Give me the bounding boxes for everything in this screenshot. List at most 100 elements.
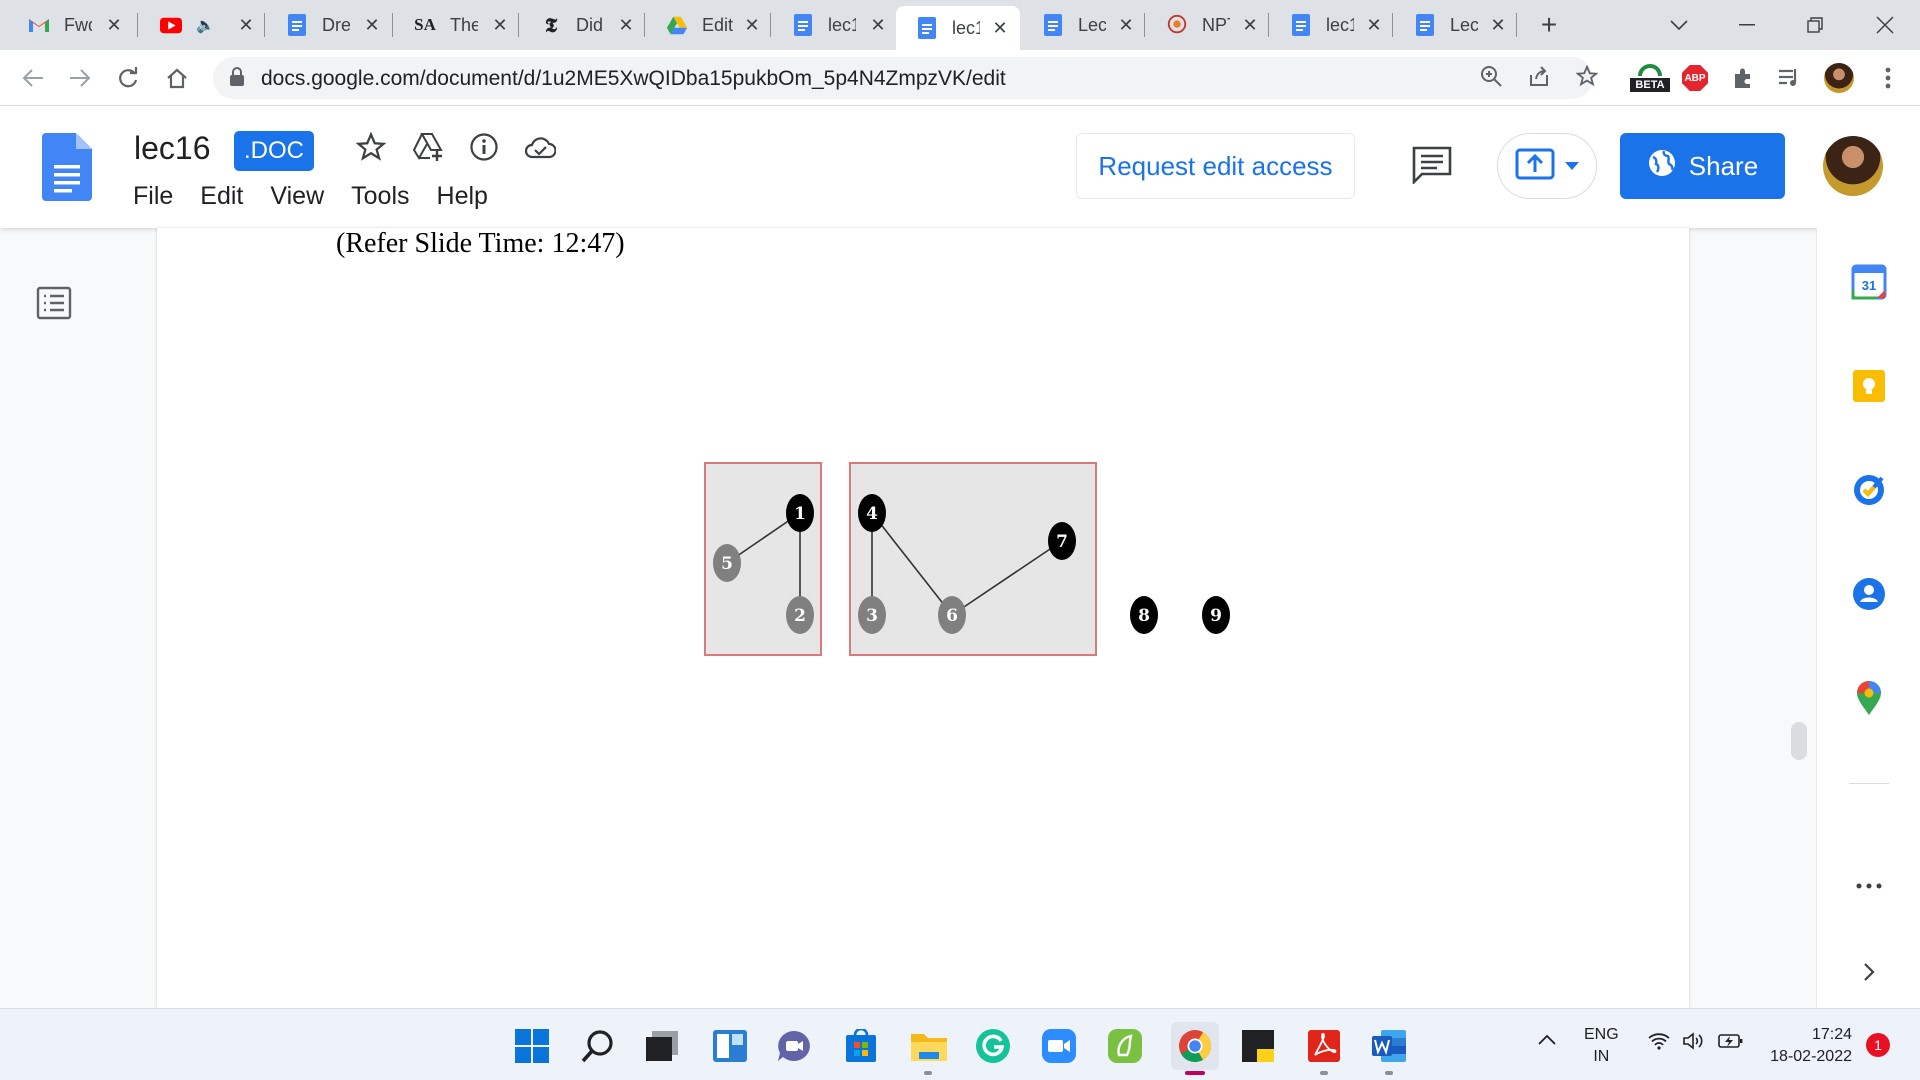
evernote-icon[interactable] (1106, 1027, 1144, 1065)
cloud-saved-icon[interactable] (523, 130, 557, 164)
menu-help[interactable]: Help (437, 182, 488, 211)
system-tray[interactable] (1648, 1032, 1744, 1055)
adblock-icon[interactable]: ABP (1679, 62, 1711, 94)
request-edit-access-button[interactable]: Request edit access (1076, 133, 1355, 199)
menu-tools[interactable]: Tools (351, 182, 409, 211)
close-icon[interactable]: ✕ (490, 15, 510, 36)
tab-nptel[interactable]: NPT ✕ (1146, 8, 1270, 42)
notification-count-badge[interactable]: 1 (1866, 1033, 1890, 1057)
tab-docs-lec1-active[interactable]: lec1 ✕ (896, 6, 1020, 50)
tab-nyt[interactable]: 𝕿 Did ✕ (520, 8, 646, 42)
contacts-icon[interactable] (1851, 576, 1887, 612)
input-language-indicator[interactable]: ENG IN (1584, 1024, 1619, 1068)
volume-icon[interactable] (1682, 1032, 1706, 1055)
widgets-icon[interactable] (711, 1027, 749, 1065)
speaker-muted-icon[interactable]: 🔈 (196, 16, 215, 34)
star-icon[interactable] (354, 130, 388, 164)
browser-menu-icon[interactable] (1872, 62, 1904, 94)
new-tab-button[interactable]: + (1526, 8, 1572, 42)
file-explorer-icon[interactable] (910, 1027, 948, 1065)
lock-icon[interactable] (229, 67, 245, 92)
close-icon[interactable]: ✕ (362, 15, 382, 36)
more-apps-icon[interactable] (1851, 868, 1887, 904)
tab-docs-lec1-a[interactable]: lec1 ✕ (772, 8, 898, 42)
wifi-icon[interactable] (1648, 1032, 1670, 1055)
tab-gmail[interactable]: Fwd ✕ (8, 8, 134, 42)
docs-logo-icon[interactable] (42, 133, 92, 206)
tab-search-chevron-icon[interactable] (1656, 8, 1702, 42)
close-icon[interactable]: ✕ (742, 15, 762, 36)
close-icon[interactable]: ✕ (104, 15, 124, 36)
minimize-button[interactable] (1724, 8, 1770, 42)
tab-drive[interactable]: Edit ✕ (646, 8, 772, 42)
clock[interactable]: 17:24 18-02-2022 (1764, 1024, 1852, 1068)
document-outline-icon[interactable] (36, 286, 72, 325)
tab-docs-dre[interactable]: Dre ✕ (266, 8, 392, 42)
tasks-icon[interactable] (1851, 472, 1887, 508)
chrome-icon[interactable] (1171, 1022, 1219, 1070)
close-icon[interactable]: ✕ (236, 15, 256, 36)
share-button[interactable]: Share (1620, 133, 1785, 199)
word-icon[interactable] (1370, 1027, 1408, 1065)
maps-icon[interactable] (1851, 680, 1887, 716)
close-icon[interactable]: ✕ (1364, 15, 1384, 36)
media-control-icon[interactable] (1773, 62, 1805, 94)
tab-youtube[interactable]: 🔈 ✕ (140, 8, 266, 42)
close-window-button[interactable] (1862, 8, 1908, 42)
zoom-app-icon[interactable] (1040, 1027, 1078, 1065)
share-page-icon[interactable] (1526, 65, 1552, 91)
extension-beta-icon[interactable]: BETA (1630, 62, 1670, 94)
reload-button[interactable] (108, 58, 148, 98)
profile-avatar[interactable] (1823, 62, 1855, 94)
home-button[interactable] (157, 58, 197, 98)
close-icon[interactable]: ✕ (1240, 15, 1260, 36)
bookmark-star-icon[interactable] (1574, 64, 1600, 91)
graph-node-label: 7 (1056, 532, 1068, 552)
document-details-icon[interactable] (467, 130, 501, 164)
menu-file[interactable]: File (133, 182, 173, 211)
graph-node-label: 9 (1210, 606, 1222, 626)
tab-docs-lec-a[interactable]: Lec ✕ (1022, 8, 1146, 42)
menu-view[interactable]: View (270, 182, 324, 211)
tab-strip: Fwd ✕ 🔈 ✕ Dre ✕ SA The ✕ 𝕿 Did ✕ Edit ✕ (0, 0, 1920, 50)
restore-button[interactable] (1792, 8, 1838, 42)
close-icon[interactable]: ✕ (990, 18, 1010, 39)
grammarly-icon[interactable] (974, 1027, 1012, 1065)
graph-node-1: 1 (786, 494, 814, 532)
extensions-puzzle-icon[interactable] (1727, 62, 1759, 94)
tab-docs-lec-b[interactable]: Lec ✕ (1394, 8, 1518, 42)
graph-node-2: 2 (786, 596, 814, 634)
close-icon[interactable]: ✕ (868, 15, 888, 36)
taskbar-running-indicator (1320, 1071, 1328, 1075)
document-title[interactable]: lec16 (134, 130, 211, 167)
tab-sa[interactable]: SA The ✕ (394, 8, 520, 42)
move-to-drive-icon[interactable] (411, 130, 445, 164)
close-icon[interactable]: ✕ (616, 15, 636, 36)
close-icon[interactable]: ✕ (1116, 15, 1136, 36)
keep-icon[interactable] (1851, 368, 1887, 404)
show-hidden-icons-chevron-icon[interactable] (1538, 1028, 1556, 1051)
windows-start-icon[interactable] (513, 1027, 551, 1065)
battery-charging-icon[interactable] (1718, 1032, 1744, 1055)
comment-history-icon[interactable] (1412, 146, 1452, 189)
tab-docs-lec1-b[interactable]: lec1 ✕ (1270, 8, 1394, 42)
scrollbar-thumb[interactable] (1791, 722, 1807, 760)
acrobat-reader-icon[interactable] (1305, 1027, 1343, 1065)
teams-chat-icon[interactable] (775, 1027, 813, 1065)
address-bar[interactable]: docs.google.com/document/d/1u2ME5XwQIDba… (213, 57, 1599, 99)
search-icon[interactable] (579, 1027, 617, 1065)
sticky-notes-icon[interactable] (1239, 1027, 1277, 1065)
account-avatar[interactable] (1823, 136, 1883, 196)
back-button[interactable] (13, 58, 53, 98)
tab-title: lec1 (828, 14, 856, 35)
close-icon[interactable]: ✕ (1488, 15, 1508, 36)
menu-edit[interactable]: Edit (200, 182, 243, 211)
calendar-icon[interactable]: 31 (1851, 264, 1887, 300)
forward-button[interactable] (60, 58, 100, 98)
present-button[interactable] (1497, 133, 1597, 199)
expand-panel-chevron-icon[interactable] (1851, 954, 1887, 990)
microsoft-store-icon[interactable] (842, 1027, 880, 1065)
task-view-icon[interactable] (643, 1027, 681, 1065)
zoom-icon[interactable] (1478, 65, 1504, 91)
drive-icon (666, 14, 688, 36)
